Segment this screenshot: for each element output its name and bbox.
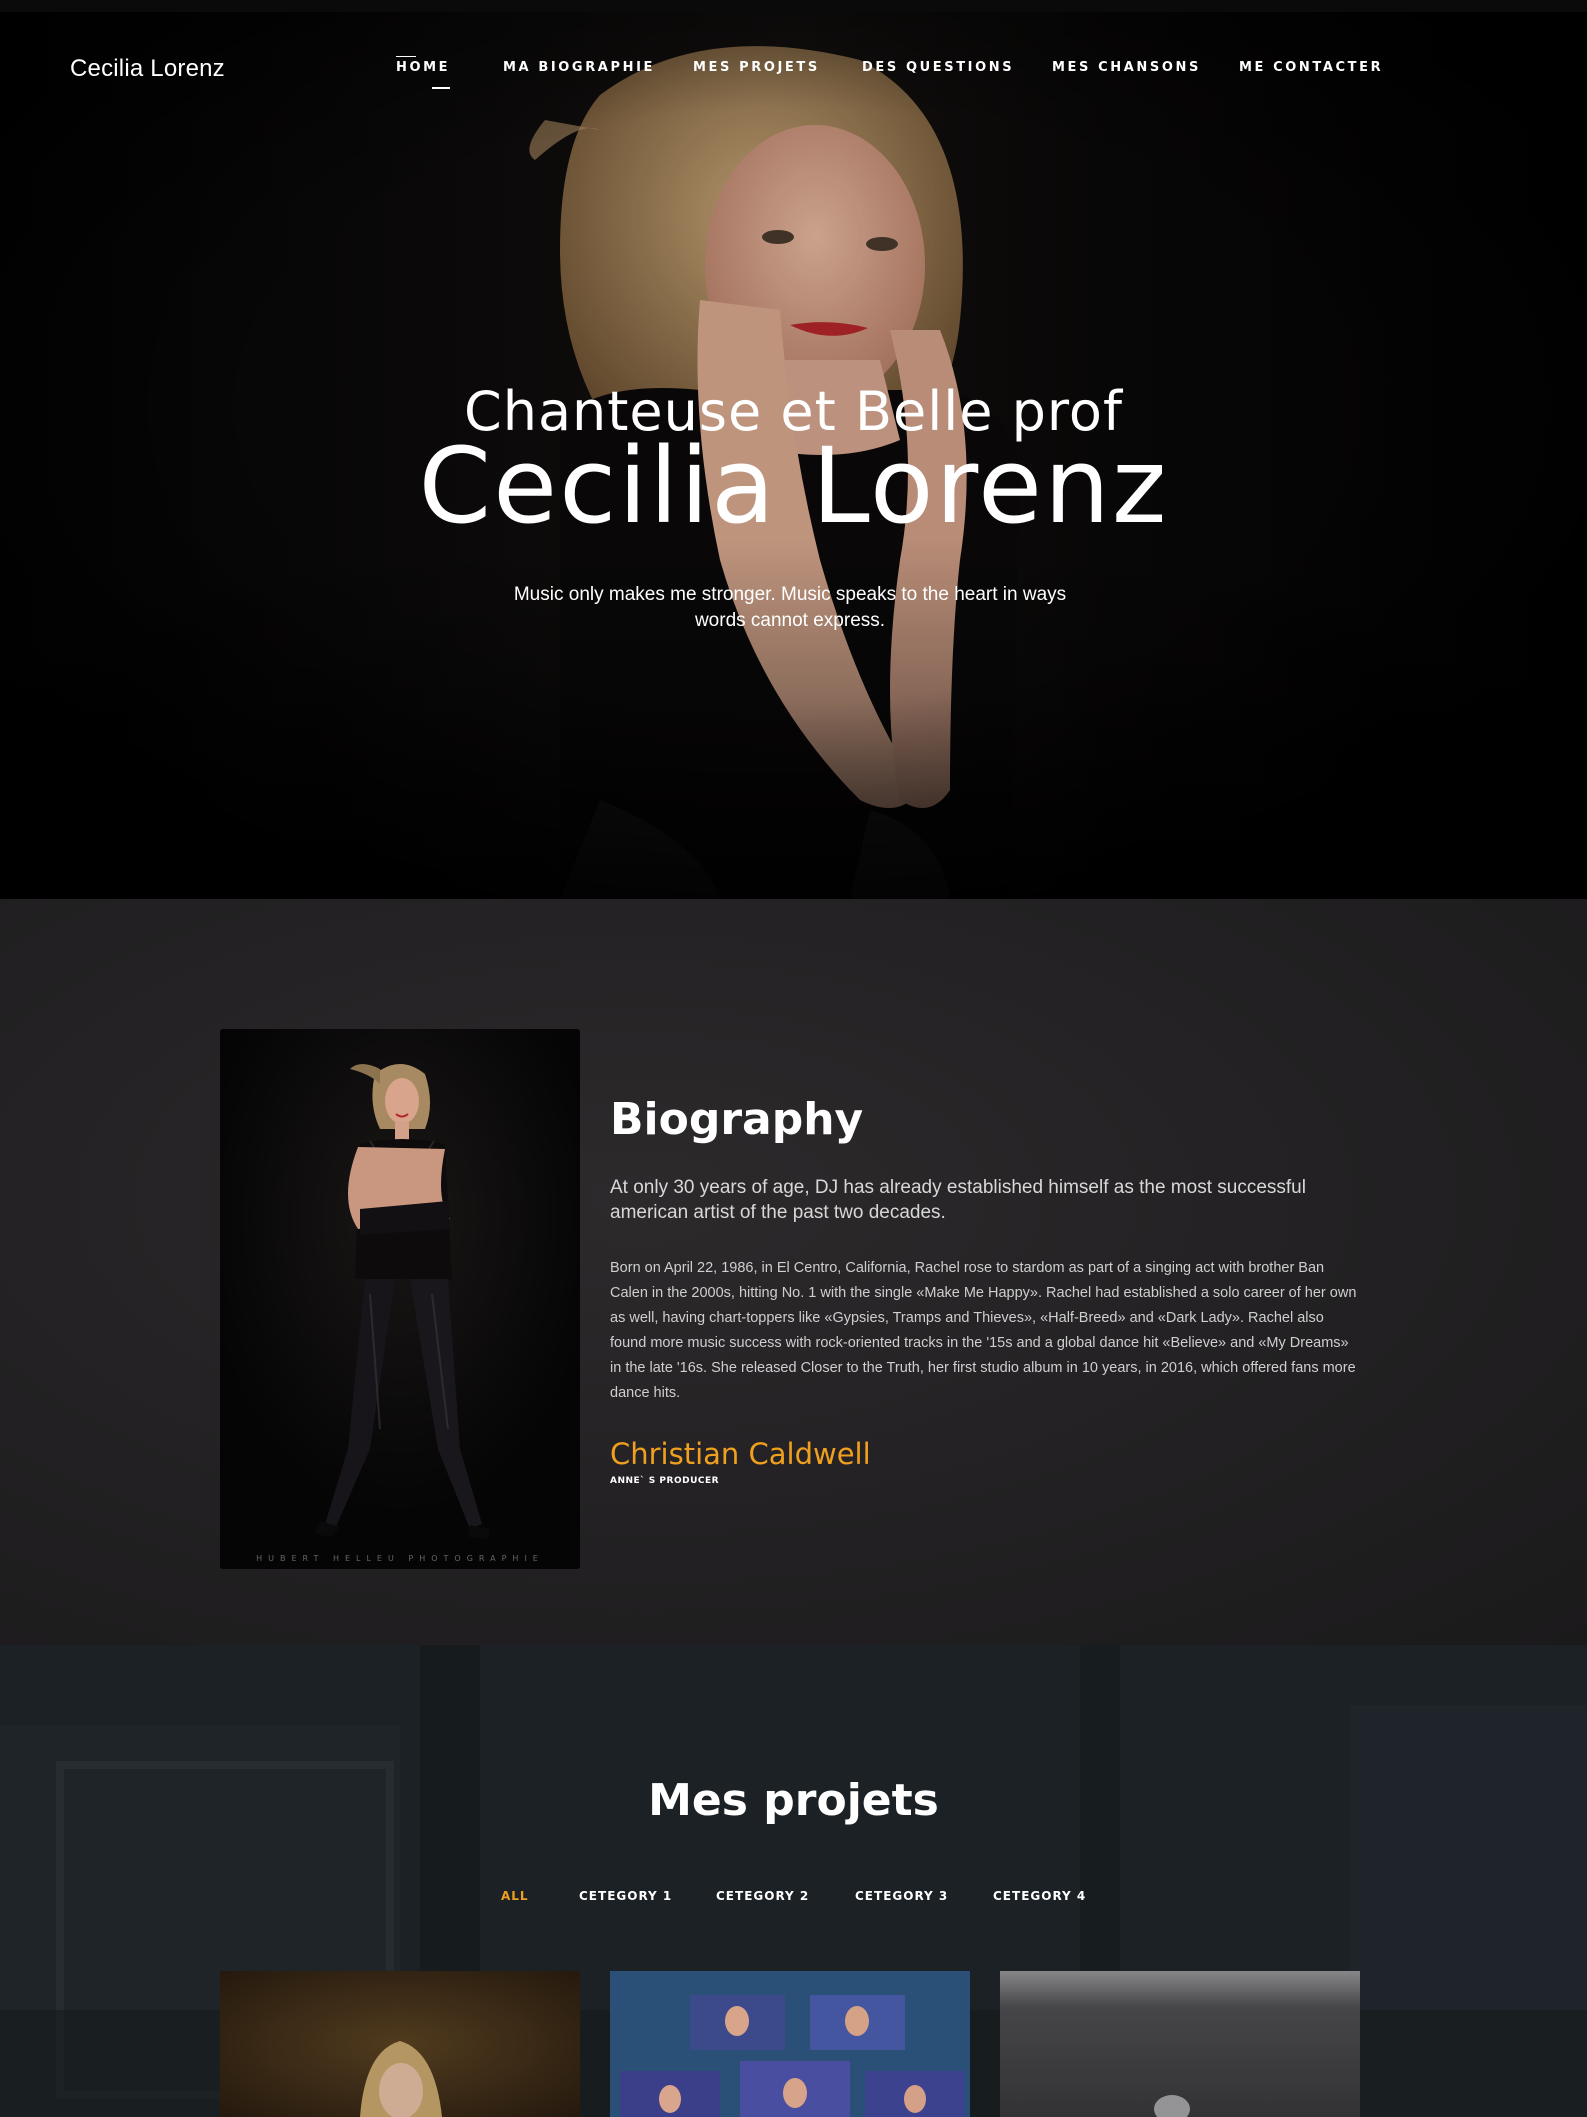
projects-section: Mes projets ALL CETEGORY 1 CETEGORY 2 CE…: [0, 1645, 1587, 2117]
nav-me-contacter[interactable]: ME CONTACTER: [1239, 60, 1383, 75]
top-strip: [0, 0, 1587, 12]
project-card-3[interactable]: [1000, 1971, 1360, 2117]
filter-all[interactable]: ALL: [501, 1889, 529, 1903]
biography-role: ANNE` S PRODUCER: [610, 1476, 720, 1486]
nav-des-questions[interactable]: DES QUESTIONS: [862, 60, 1014, 75]
hero-section: Cecilia Lorenz HOME MA BIOGRAPHIE MES PR…: [0, 0, 1587, 899]
filter-category-3[interactable]: CETEGORY 3: [855, 1889, 948, 1903]
biography-text: Born on April 22, 1986, in El Centro, Ca…: [610, 1260, 1357, 1401]
filter-category-4[interactable]: CETEGORY 4: [993, 1889, 1086, 1903]
filter-category-2[interactable]: CETEGORY 2: [716, 1889, 809, 1903]
projects-heading: Mes projets: [648, 1775, 939, 1826]
biography-signature: Christian Caldwell: [610, 1437, 871, 1471]
project-filters: ALL CETEGORY 1 CETEGORY 2 CETEGORY 3 CET…: [0, 1889, 1587, 1909]
main-nav: HOME MA BIOGRAPHIE MES PROJETS DES QUEST…: [0, 56, 1587, 90]
project-card-1[interactable]: [220, 1971, 580, 2117]
nav-ma-biographie[interactable]: MA BIOGRAPHIE: [503, 60, 655, 75]
biography-section: HUBERT HELLEU PHOTOGRAPHIE Biography At …: [0, 899, 1587, 1645]
nav-mes-projets[interactable]: MES PROJETS: [693, 60, 820, 75]
biography-heading: Biography: [610, 1094, 864, 1145]
project-image-3: [1000, 1971, 1360, 2117]
standing-portrait-image: [220, 1029, 580, 1569]
hero-title: Cecilia Lorenz: [418, 425, 1169, 547]
nav-mes-chansons[interactable]: MES CHANSONS: [1052, 60, 1201, 75]
hero-quote: Music only makes me stronger. Music spea…: [513, 584, 1067, 631]
filter-category-1[interactable]: CETEGORY 1: [579, 1889, 672, 1903]
nav-home[interactable]: HOME: [396, 56, 451, 89]
project-card-2[interactable]: [610, 1971, 970, 2117]
project-image-2: [610, 1971, 970, 2117]
photo-credit: HUBERT HELLEU PHOTOGRAPHIE: [256, 1554, 544, 1563]
biography-lead: At only 30 years of age, DJ has already …: [610, 1177, 1306, 1223]
biography-photo: HUBERT HELLEU PHOTOGRAPHIE: [220, 1029, 580, 1569]
project-image-1: [220, 1971, 580, 2117]
